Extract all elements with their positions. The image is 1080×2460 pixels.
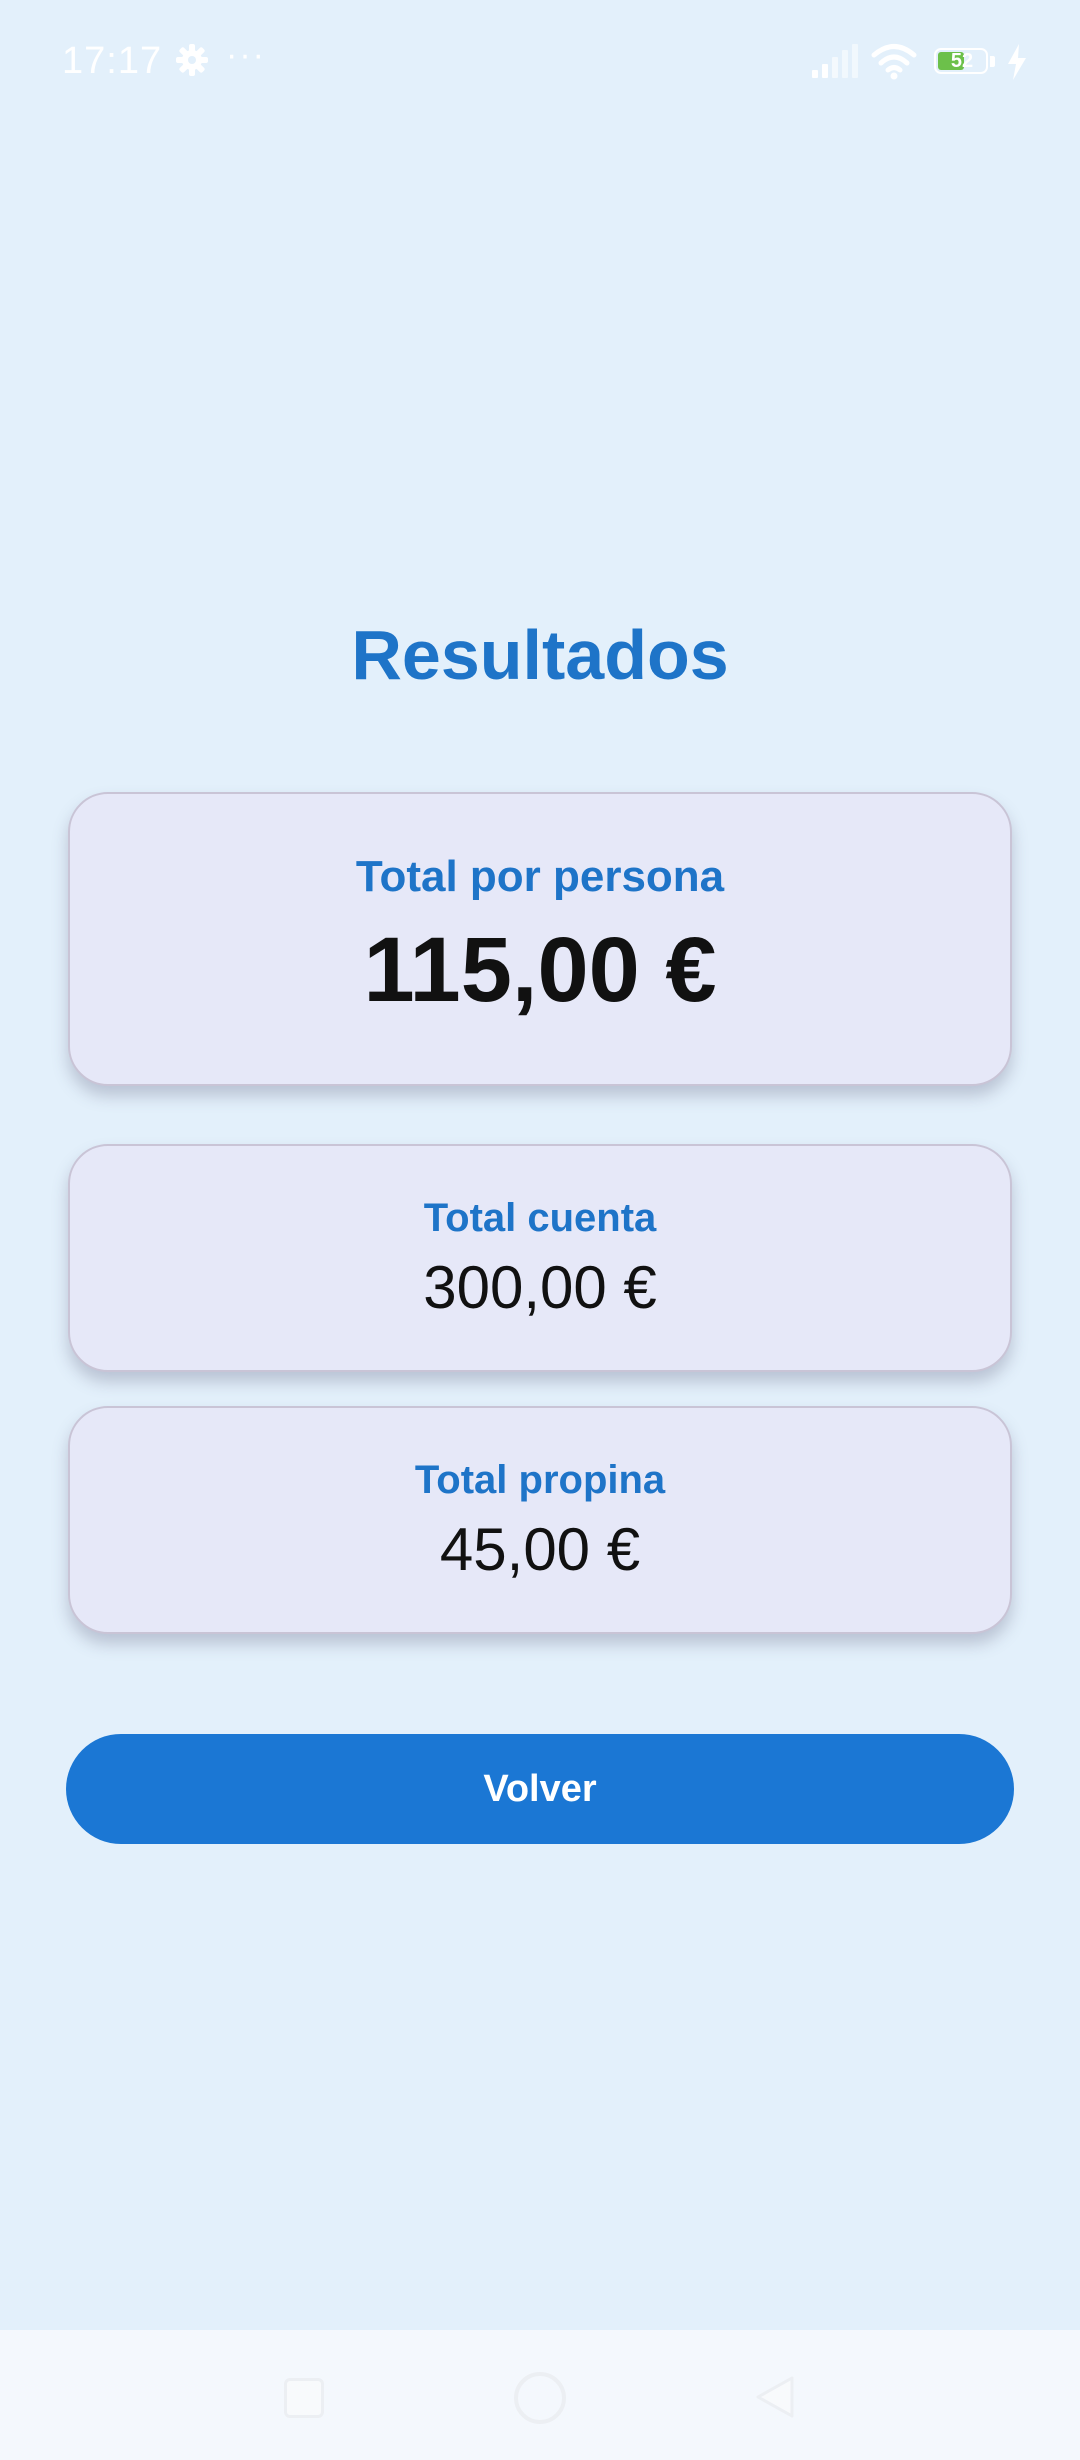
per-person-card: Total por persona 115,00 €	[68, 792, 1012, 1086]
wifi-icon	[871, 44, 917, 80]
page-title: Resultados	[351, 616, 729, 694]
total-tip-card: Total propina 45,00 €	[68, 1406, 1012, 1634]
battery-level: 52	[950, 50, 974, 72]
status-more-dots: ···	[226, 36, 266, 74]
recent-apps-icon[interactable]	[284, 2378, 324, 2418]
status-bar: 17:17 ··· 52	[0, 0, 1080, 130]
charging-icon	[1008, 44, 1026, 80]
back-button[interactable]: Volver	[66, 1734, 1014, 1844]
signal-icon	[812, 44, 858, 78]
battery-icon: 52	[934, 48, 998, 78]
total-bill-value: 300,00 €	[423, 1254, 657, 1321]
navigation-bar	[0, 2330, 1080, 2460]
back-icon[interactable]	[752, 2374, 796, 2420]
gear-icon	[176, 44, 208, 76]
status-time: 17:17	[62, 40, 163, 82]
total-bill-card: Total cuenta 300,00 €	[68, 1144, 1012, 1372]
total-bill-label: Total cuenta	[423, 1196, 657, 1240]
total-tip-label: Total propina	[414, 1458, 666, 1502]
per-person-value: 115,00 €	[363, 919, 717, 1021]
per-person-label: Total por persona	[355, 852, 725, 901]
home-icon[interactable]	[512, 2370, 568, 2426]
total-tip-value: 45,00 €	[439, 1516, 641, 1583]
